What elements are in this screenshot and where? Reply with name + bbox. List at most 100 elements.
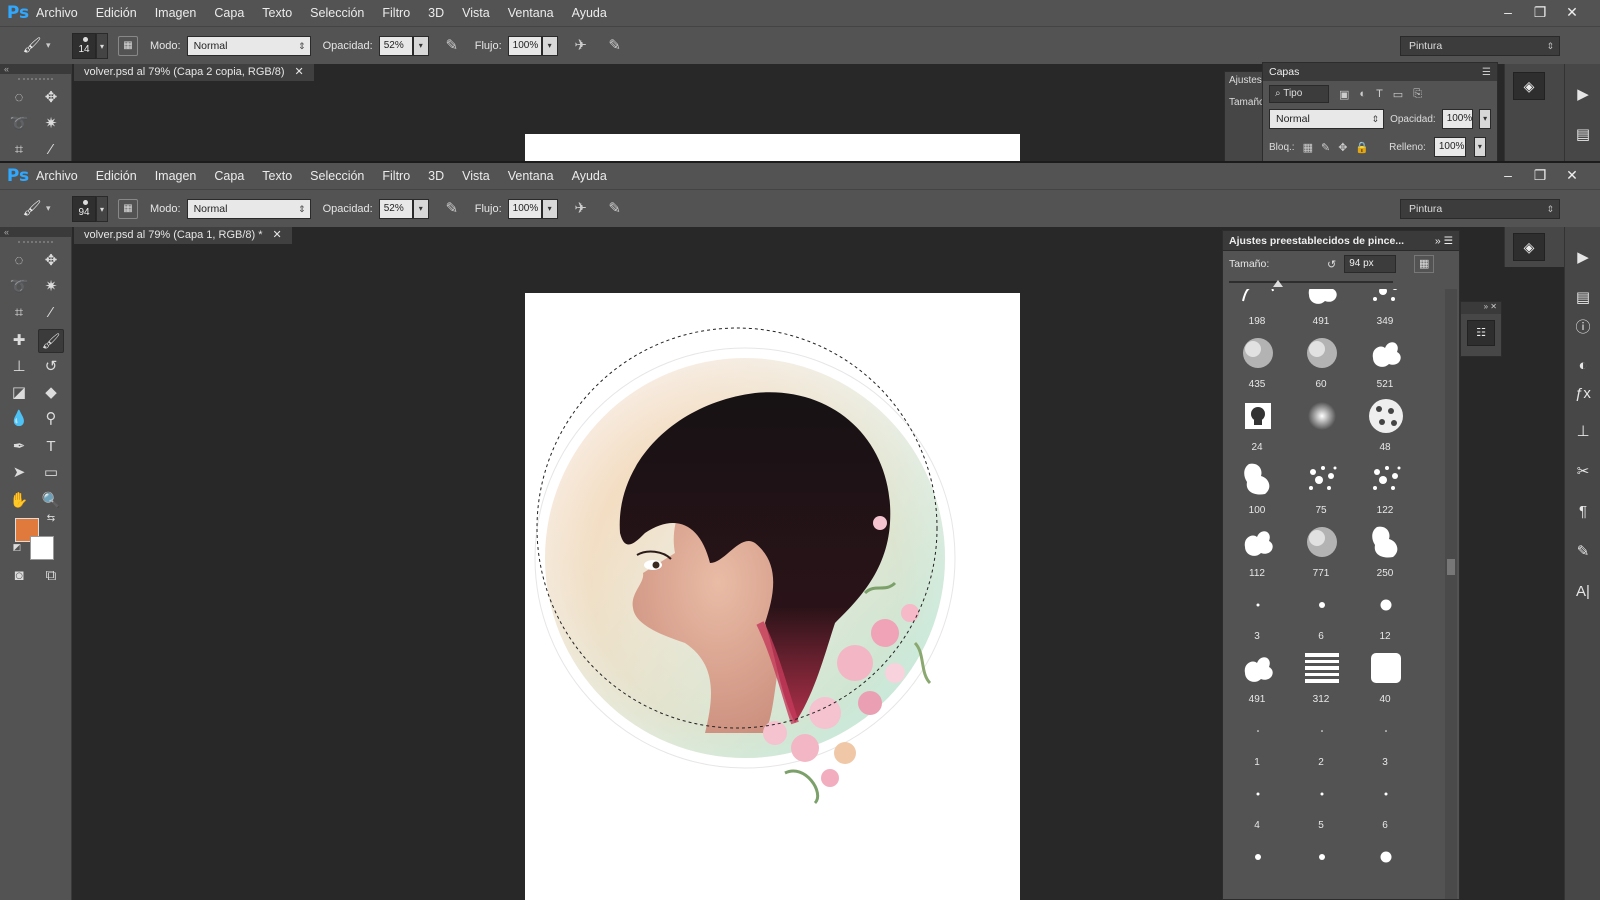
marquee-tool-icon[interactable]: ◌	[6, 249, 32, 273]
brush-preset-item[interactable]: 3	[1355, 708, 1415, 770]
opacity-dropdown[interactable]: ▾	[412, 35, 429, 56]
menu-archivo[interactable]: Archivo	[36, 169, 78, 183]
restore-icon[interactable]: ❐	[1524, 2, 1556, 24]
adjustment-filter-icon[interactable]: ◐	[1359, 88, 1366, 100]
close-tab-icon[interactable]: ✕	[295, 64, 304, 81]
brush-preset-item[interactable]: 5	[1291, 771, 1351, 833]
brush-preset-item[interactable]	[1291, 393, 1351, 455]
menu-edicion[interactable]: Edición	[96, 6, 137, 20]
brush-preset-item[interactable]: 75	[1291, 456, 1351, 518]
brush-preset-item[interactable]: 521	[1355, 330, 1415, 392]
healing-brush-icon[interactable]: ✚	[6, 329, 32, 353]
reset-size-icon[interactable]: ↺	[1327, 258, 1336, 271]
brush-panel-icon[interactable]: ✎	[1571, 541, 1595, 563]
pen-tool-icon[interactable]: ✒	[6, 435, 32, 459]
crop-tool-icon[interactable]: ⌗	[6, 301, 32, 325]
layer-opacity-dropdown[interactable]: ▾	[1479, 109, 1491, 129]
panel-menu-icon[interactable]: » ☰	[1435, 231, 1453, 250]
brush-preset-item[interactable]: 491	[1291, 289, 1351, 329]
tools-preset-icon[interactable]: ✂	[1571, 461, 1595, 483]
brush-preset-item[interactable]: 250	[1355, 519, 1415, 581]
minimize-icon[interactable]: –	[1492, 2, 1524, 24]
brush-presets-title[interactable]: Ajustes preestablecidos de pince...	[1229, 231, 1404, 250]
menu-imagen[interactable]: Imagen	[155, 169, 197, 183]
brush-grid-scrollbar[interactable]	[1445, 289, 1457, 899]
flow-dropdown[interactable]: ▾	[541, 35, 558, 56]
image-filter-icon[interactable]: ▣	[1339, 88, 1349, 101]
panel-grip[interactable]	[18, 241, 53, 247]
workspace-select[interactable]: Pintura	[1400, 36, 1560, 56]
menu-3d[interactable]: 3D	[428, 6, 444, 20]
brush-preset-item[interactable]: 6	[1291, 582, 1351, 644]
color-icon[interactable]: ◐	[1571, 355, 1595, 377]
fill-dropdown[interactable]: ▾	[1473, 137, 1486, 157]
brush-preset-item[interactable]: 771	[1291, 519, 1351, 581]
menu-edicion[interactable]: Edición	[96, 169, 137, 183]
marquee-tool-icon[interactable]: ◌	[6, 86, 32, 110]
lock-transparent-icon[interactable]: ▦	[1303, 141, 1313, 154]
brush-preset-item[interactable]: 112	[1227, 519, 1287, 581]
lasso-tool-icon[interactable]: ➰	[6, 112, 32, 136]
layer-opacity-field[interactable]: 100%	[1441, 109, 1474, 129]
flow-field[interactable]: 100%	[507, 198, 542, 219]
menu-ayuda[interactable]: Ayuda	[572, 6, 607, 20]
eyedropper-icon[interactable]: ⁄	[38, 301, 64, 325]
info-icon[interactable]: ⓘ	[1571, 317, 1595, 339]
eyedropper-icon[interactable]: ⁄	[38, 138, 64, 161]
brush-panel-toggle-icon[interactable]: ▦	[118, 35, 138, 56]
move-tool-icon[interactable]: ✥	[38, 86, 64, 110]
play-icon[interactable]: ▶	[1571, 84, 1595, 106]
toolbar-collapse-icon[interactable]: «	[0, 64, 72, 74]
background-color-swatch[interactable]	[30, 536, 54, 560]
menu-texto[interactable]: Texto	[262, 169, 292, 183]
brush-tool-icon[interactable]: 🖌	[18, 197, 46, 221]
menu-filtro[interactable]: Filtro	[382, 169, 410, 183]
rectangle-tool-icon[interactable]: ▭	[38, 461, 64, 485]
restore-icon[interactable]: ❐	[1524, 165, 1556, 187]
opacity-dropdown[interactable]: ▾	[412, 198, 429, 219]
menu-ayuda[interactable]: Ayuda	[572, 169, 607, 183]
brush-preset-item[interactable]: 1	[1227, 708, 1287, 770]
move-tool-icon[interactable]: ✥	[38, 249, 64, 273]
minimize-icon[interactable]: –	[1492, 165, 1524, 187]
default-colors-icon[interactable]: ◩	[4, 535, 30, 559]
brush-tool-icon[interactable]: 🖌	[18, 34, 46, 58]
menu-vista[interactable]: Vista	[462, 6, 490, 20]
layers-tab[interactable]: Capas	[1269, 66, 1299, 78]
layer-filter-select[interactable]: ⌕ Tipo	[1269, 85, 1329, 103]
mode-select[interactable]: Normal	[186, 35, 311, 56]
brush-preset-item[interactable]	[1227, 834, 1287, 896]
smart-object-filter-icon[interactable]: ⎘	[1413, 88, 1422, 101]
brush-preset-item[interactable]	[1291, 834, 1351, 896]
brush-preset-item[interactable]: 2	[1291, 708, 1351, 770]
opacity-field[interactable]: 52%	[378, 35, 413, 56]
menu-filtro[interactable]: Filtro	[382, 6, 410, 20]
pressure-opacity-icon[interactable]: ✎	[441, 198, 463, 220]
brush-preset-item[interactable]: 435	[1227, 330, 1287, 392]
menu-ventana[interactable]: Ventana	[508, 6, 554, 20]
chevron-down-icon[interactable]: ▾	[46, 40, 58, 51]
slider-thumb[interactable]	[1273, 280, 1284, 287]
menu-archivo[interactable]: Archivo	[36, 6, 78, 20]
eraser-icon[interactable]: ◪	[6, 381, 32, 405]
scrollbar-thumb[interactable]	[1447, 559, 1455, 575]
brush-preset-item[interactable]: 6	[1355, 771, 1415, 833]
brush-preset-item[interactable]: 40	[1355, 645, 1415, 707]
lock-all-icon[interactable]: 🔒	[1355, 141, 1369, 154]
menu-ventana[interactable]: Ventana	[508, 169, 554, 183]
brush-preset-item[interactable]: 60	[1291, 330, 1351, 392]
brush-preset-item[interactable]: 312	[1291, 645, 1351, 707]
brush-preset-item[interactable]: 349	[1355, 289, 1415, 329]
canvas-area[interactable]	[72, 81, 1220, 161]
flow-dropdown[interactable]: ▾	[541, 198, 558, 219]
brush-preset-item[interactable]: 122	[1355, 456, 1415, 518]
layers-icon[interactable]: ◈	[1513, 233, 1545, 261]
brush-tool-icon[interactable]: 🖌	[38, 329, 64, 353]
brush-preset-item[interactable]: 3	[1227, 582, 1287, 644]
menu-capa[interactable]: Capa	[214, 6, 244, 20]
layers-icon[interactable]: ◈	[1513, 72, 1545, 100]
text-filter-icon[interactable]: T	[1376, 88, 1383, 100]
menu-imagen[interactable]: Imagen	[155, 6, 197, 20]
document-canvas[interactable]	[525, 293, 1020, 900]
crop-tool-icon[interactable]: ⌗	[6, 138, 32, 161]
